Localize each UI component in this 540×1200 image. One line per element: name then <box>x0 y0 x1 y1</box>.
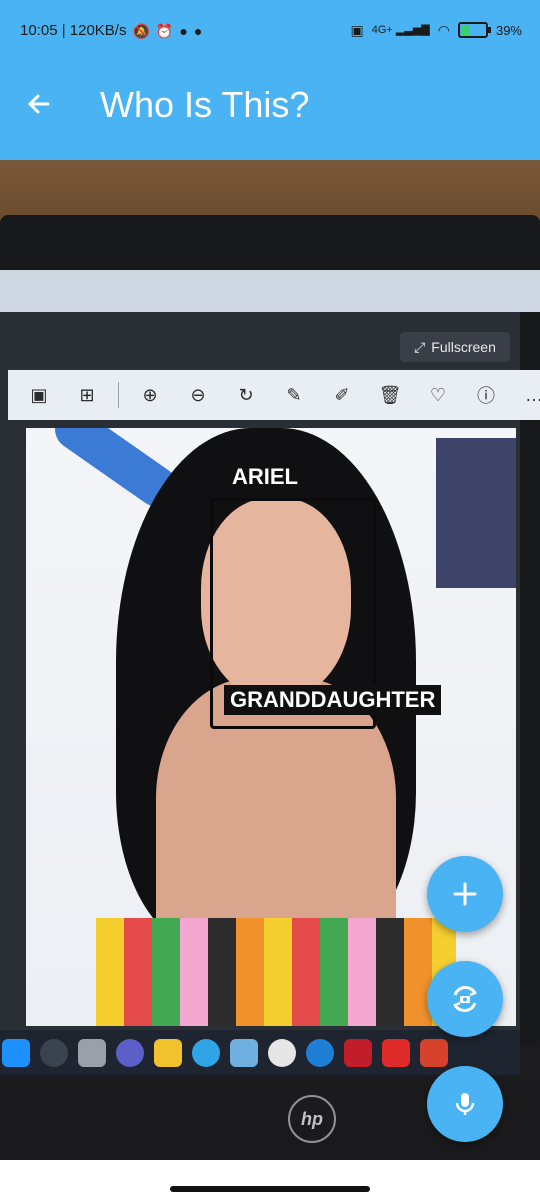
page-title: Who Is This? <box>100 84 310 125</box>
face-label-relation: GRANDDAUGHTER <box>224 685 442 715</box>
plus-icon <box>453 882 477 906</box>
wifi-icon: ◠ <box>437 22 450 38</box>
back-button[interactable] <box>18 82 62 126</box>
toolbar: Who Is This? <box>0 74 540 138</box>
teams-icon <box>116 1038 144 1067</box>
toolbar-divider <box>118 382 119 408</box>
youtube-icon <box>382 1038 410 1067</box>
microphone-icon <box>455 1093 475 1115</box>
status-time: 10:05 | 120KB/s <box>20 22 127 39</box>
add-button[interactable] <box>427 856 503 932</box>
windows-start-icon <box>2 1038 30 1067</box>
home-gesture-handle[interactable] <box>170 1186 370 1192</box>
help-icon <box>306 1038 334 1067</box>
battery-icon <box>457 22 491 38</box>
windows-taskbar <box>0 1030 520 1075</box>
folder-icon <box>154 1038 182 1067</box>
image-icon: ▣ <box>30 384 48 405</box>
fullscreen-button: ⤢ Fullscreen <box>400 332 510 362</box>
photo-viewer-toolbar: ▣ ⊞ ⊕ ⊖ ↻ ✎ ✐ 🗑 ♡ ⓘ … <box>8 370 540 420</box>
network-type: 4G+ <box>371 23 393 36</box>
info-icon: ⓘ <box>477 386 495 406</box>
zoom-out-icon: ⊖ <box>190 384 206 405</box>
hp-logo: hp <box>288 1095 336 1143</box>
status-right: ▣ 4G+ ▂▃▅▇ ◠ 39% <box>350 22 522 38</box>
task-view-icon <box>78 1038 106 1067</box>
camera-rotate-icon <box>453 986 477 1012</box>
status-bar: 10:05 | 120KB/s 🔕 ⏰ ● ● ▣ 4G+ ▂▃▅▇ ◠ 39% <box>0 0 540 64</box>
app-notification-icon: ● <box>179 22 188 39</box>
voice-button[interactable] <box>427 1066 503 1142</box>
volte-icon: ▣ <box>350 22 364 38</box>
battery-percent: 39% <box>495 22 522 38</box>
browser-area <box>0 270 540 312</box>
app-notification-icon: ● <box>193 22 203 39</box>
signal-icon: 4G+ ▂▃▅▇ <box>371 23 430 36</box>
mute-bell-icon: 🔕 <box>132 22 150 39</box>
app-header: 10:05 | 120KB/s 🔕 ⏰ ● ● ▣ 4G+ ▂▃▅▇ ◠ 39%… <box>0 0 540 160</box>
draw-icon: ✐ <box>334 384 350 405</box>
expand-icon: ⤢ <box>414 338 426 355</box>
edge-icon <box>192 1038 220 1067</box>
edit-image-icon: ✎ <box>286 384 302 405</box>
navigation-bar <box>0 1160 540 1200</box>
fullscreen-label: Fullscreen <box>431 339 496 355</box>
app-icon <box>268 1038 296 1067</box>
office-icon <box>420 1038 448 1067</box>
grid-icon: ⊞ <box>79 384 95 405</box>
status-left: 10:05 | 120KB/s 🔕 ⏰ ● ● <box>20 22 202 39</box>
search-icon <box>40 1038 68 1067</box>
alarm-icon: ⏰ <box>155 22 174 39</box>
person-dress <box>96 918 456 1026</box>
background-banner <box>436 438 516 588</box>
more-icon: … <box>517 378 540 412</box>
arrow-left-icon <box>28 94 50 114</box>
zoom-in-icon: ⊕ <box>142 384 158 405</box>
store-icon <box>230 1038 258 1067</box>
rotate-icon: ↻ <box>238 384 254 405</box>
delete-icon: 🗑 <box>378 384 402 405</box>
mcafee-icon <box>344 1038 372 1067</box>
switch-camera-button[interactable] <box>427 961 503 1037</box>
face-label-name: ARIEL <box>226 462 304 492</box>
heart-icon: ♡ <box>429 384 447 405</box>
